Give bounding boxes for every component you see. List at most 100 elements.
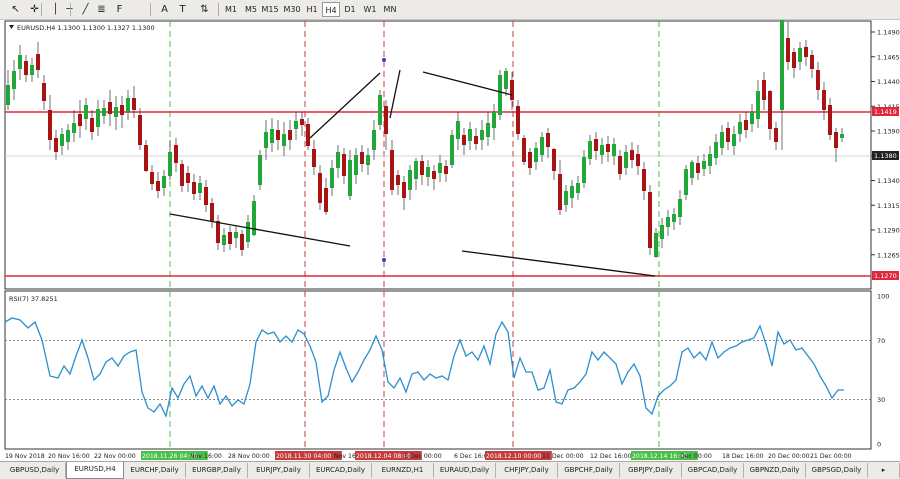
candle-body: [342, 154, 346, 176]
candle-body: [666, 217, 670, 227]
candle-body: [210, 203, 214, 221]
candle-body: [624, 152, 628, 168]
crosshair-icon[interactable]: ✛: [27, 2, 42, 17]
candle-body: [354, 155, 358, 175]
trendline-icon[interactable]: ╱: [78, 2, 93, 17]
candle-body: [114, 107, 118, 117]
price-tick-label: 1.1465: [877, 53, 900, 61]
candle-body: [396, 175, 400, 185]
candle-body: [672, 214, 676, 222]
candle-body: [126, 98, 130, 112]
candle-body: [720, 132, 724, 148]
candle-body: [294, 121, 298, 129]
timeframe-mn-button[interactable]: MN: [381, 2, 399, 17]
candle-body: [18, 55, 22, 69]
candle-body: [204, 187, 208, 205]
chart-tab-gbpjpy-daily[interactable]: GBPJPY,Daily: [620, 463, 682, 478]
tabs-scroll-icon[interactable]: ▸: [868, 463, 900, 478]
time-axis-label: 21 Dec 00:00: [810, 453, 852, 460]
timeframe-w1-button[interactable]: W1: [361, 2, 379, 17]
toolbar-separator: [70, 3, 71, 16]
chart-tab-euraud-daily[interactable]: EURAUD,Daily: [434, 463, 496, 478]
rsi-line: [4, 317, 844, 418]
candle-body: [606, 144, 610, 152]
chart-tab-eurchf-daily[interactable]: EURCHF,Daily: [124, 463, 186, 478]
text-label-icon[interactable]: T: [175, 2, 190, 17]
time-axis-label: Nov 16:00: [190, 453, 222, 460]
candle-body: [390, 150, 394, 190]
candle-body: [702, 161, 706, 169]
candle-body: [192, 182, 196, 194]
candle-body: [468, 129, 472, 141]
chart-tab-eurgbp-daily[interactable]: EURGBP,Daily: [186, 463, 248, 478]
chart-tab-eurusd-h4[interactable]: EURUSD,H4: [66, 462, 124, 479]
candle-body: [498, 75, 502, 115]
candle-body: [774, 128, 778, 142]
candle-body: [738, 122, 742, 134]
candle-body: [750, 112, 754, 124]
candle-body: [348, 160, 352, 196]
candle-body: [408, 170, 412, 190]
price-tick-label: 1.1390: [877, 128, 900, 136]
timeframe-m5-button[interactable]: M5: [242, 2, 260, 17]
chart-tab-gbpnzd-daily[interactable]: GBPNZD,Daily: [744, 463, 806, 478]
chart-tab-gbpchf-daily[interactable]: GBPCHF,Daily: [558, 463, 620, 478]
candle-body: [462, 135, 466, 145]
support-price-label: 1.1270: [874, 272, 897, 280]
time-axis-label: 28 Nov 00:00: [228, 453, 270, 460]
chart-tab-eurnzd-h1[interactable]: EURNZD,H1: [372, 463, 434, 478]
candle-body: [378, 95, 382, 125]
timeframe-m1-button[interactable]: M1: [222, 2, 240, 17]
price-tick-label: 1.1290: [877, 227, 900, 235]
fibonacci-icon[interactable]: F: [112, 2, 127, 17]
candle-body: [798, 48, 802, 62]
toolbar-separator: [41, 3, 42, 16]
candle-body: [450, 135, 454, 165]
candle-body: [654, 233, 658, 257]
symbol-dropdown-icon: [9, 25, 14, 29]
candle-body: [678, 199, 682, 217]
timeframe-m30-button[interactable]: M30: [283, 2, 301, 17]
candle-body: [546, 133, 550, 147]
vertical-line-icon[interactable]: │: [48, 2, 63, 17]
candle-body: [474, 136, 478, 144]
candle-body: [612, 144, 616, 156]
chart-tab-eurcad-daily[interactable]: EURCAD,Daily: [310, 463, 372, 478]
candle-body: [828, 105, 832, 135]
candle-body: [150, 172, 154, 184]
rsi-tick-label: 30: [877, 396, 885, 404]
timeframe-h4-button[interactable]: H4: [322, 2, 340, 17]
candle-body: [12, 71, 16, 89]
candle-body: [276, 130, 280, 140]
timeframe-m15-button[interactable]: M15: [261, 2, 279, 17]
time-axis-label: 2018.11.26 04:00: [142, 453, 197, 460]
timeframe-h1-button[interactable]: H1: [303, 2, 321, 17]
text-icon[interactable]: A: [157, 2, 172, 17]
chart-tab-gbpsgd-daily[interactable]: GBPSGD,Daily: [806, 463, 868, 478]
candle-body: [456, 121, 460, 139]
chart-canvas[interactable]: 1.14901.14651.14401.14151.13901.13651.13…: [0, 10, 900, 461]
candle-body: [300, 119, 304, 125]
chart-tab-eurjpy-daily[interactable]: EURJPY,Daily: [248, 463, 310, 478]
price-tick-label: 1.1315: [877, 202, 900, 210]
time-axis-label: 19 Nov 2018: [5, 453, 45, 460]
candle-body: [96, 109, 100, 127]
arrows-icon[interactable]: ⇅: [197, 2, 212, 17]
candle-body: [360, 152, 364, 164]
candle-body: [234, 232, 238, 238]
price-tick-label: 1.1340: [877, 177, 900, 185]
timeframe-d1-button[interactable]: D1: [341, 2, 359, 17]
candle-body: [78, 114, 82, 126]
candle-body: [636, 154, 640, 166]
rsi-tick-label: 100: [877, 293, 889, 301]
toolbar-separator: [150, 3, 151, 16]
rsi-tick-label: 0: [877, 441, 881, 449]
chart-tab-gbpcad-daily[interactable]: GBPCAD,Daily: [682, 463, 744, 478]
chart-tab-chfjpy-daily[interactable]: CHFJPY,Daily: [496, 463, 558, 478]
candle-body: [372, 130, 376, 150]
channel-icon[interactable]: ≣: [94, 2, 109, 17]
price-chart-window[interactable]: 1.14901.14651.14401.14151.13901.13651.13…: [0, 10, 900, 461]
chart-tab-gbpusd-daily[interactable]: GBPUSD,Daily: [4, 463, 66, 478]
price-tick-label: 1.1265: [877, 251, 900, 259]
cursor-icon[interactable]: ↖: [8, 2, 23, 17]
